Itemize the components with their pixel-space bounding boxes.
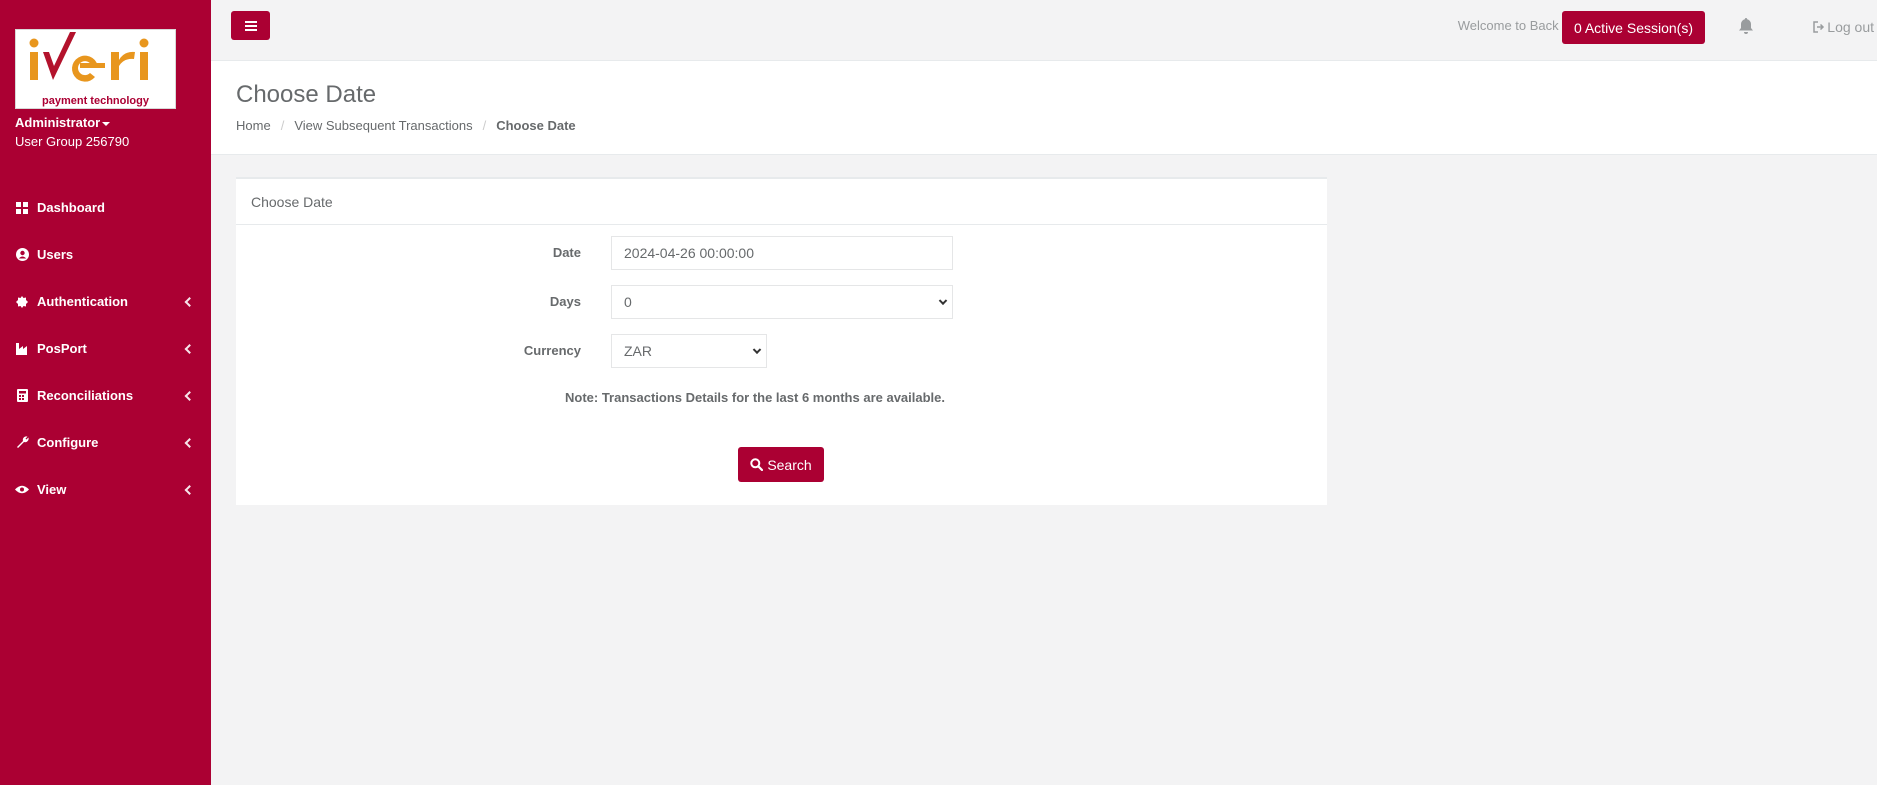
logo-tagline: payment technology	[42, 95, 149, 107]
sidebar-item-label: View	[37, 482, 67, 497]
brand-logo[interactable]: payment technology	[15, 29, 176, 109]
availability-note: Note: Transactions Details for the last …	[565, 390, 946, 405]
sidebar-item-label: Users	[37, 247, 74, 262]
sidebar-item-label: Dashboard	[37, 200, 105, 215]
sidebar: payment technology Administrator User Gr…	[0, 0, 211, 785]
iveri-logo-icon	[29, 32, 149, 82]
sidebar-item-label: Authentication	[37, 294, 128, 309]
days-select[interactable]: 0	[611, 285, 953, 319]
hamburger-icon	[244, 20, 257, 31]
wrench-icon	[15, 436, 29, 450]
bell-icon[interactable]	[1738, 17, 1754, 35]
sidebar-item-dashboard[interactable]: Dashboard	[0, 184, 211, 231]
date-input[interactable]: 2024-04-26 00:00:00	[611, 236, 953, 270]
breadcrumb-separator: /	[482, 118, 487, 133]
currency-label: Currency	[523, 343, 581, 358]
breadcrumb-current: Choose Date	[496, 118, 576, 133]
chevron-left-icon	[184, 484, 195, 495]
active-sessions-button[interactable]: 0 Active Session(s)	[1561, 11, 1705, 44]
currency-select[interactable]: ZAR	[611, 334, 767, 368]
sign-out-icon	[1813, 21, 1825, 33]
breadcrumb-home[interactable]: Home	[236, 118, 271, 133]
currency-selected-value: ZAR	[624, 343, 652, 359]
caret-down-icon	[102, 121, 111, 126]
topbar: Welcome to Back Office 0 Active Session(…	[211, 0, 1877, 61]
breadcrumb: Home / View Subsequent Transactions / Ch…	[236, 118, 576, 133]
days-label: Days	[549, 294, 581, 309]
page-title: Choose Date	[236, 81, 377, 108]
sidebar-nav: Dashboard Users Authentication PosPort R…	[0, 184, 211, 513]
chevron-left-icon	[184, 343, 195, 354]
chevron-down-icon	[938, 296, 948, 306]
profile-dropdown[interactable]: Administrator	[15, 115, 111, 130]
chevron-left-icon	[184, 296, 195, 307]
date-label: Date	[552, 245, 581, 260]
sidebar-item-configure[interactable]: Configure	[0, 419, 211, 466]
sidebar-item-label: Configure	[37, 435, 99, 450]
menu-toggle-button[interactable]	[231, 11, 270, 40]
certificate-icon	[15, 295, 29, 309]
eye-icon	[15, 483, 29, 497]
panel-title: Choose Date	[236, 179, 1327, 225]
dashboard-icon	[15, 201, 29, 215]
search-label: Search	[767, 456, 812, 473]
user-circle-icon	[15, 248, 29, 262]
calculator-icon	[15, 389, 29, 403]
sidebar-item-reconciliations[interactable]: Reconciliations	[0, 372, 211, 419]
sidebar-item-view[interactable]: View	[0, 466, 211, 513]
days-selected-value: 0	[624, 294, 632, 310]
page-heading: Choose Date Home / View Subsequent Trans…	[211, 61, 1877, 155]
chevron-left-icon	[184, 437, 195, 448]
profile-group: User Group 256790	[15, 134, 130, 149]
search-button[interactable]: Search	[738, 447, 824, 482]
sidebar-item-label: Reconciliations	[37, 388, 134, 403]
industry-icon	[15, 342, 29, 356]
breadcrumb-view-subsequent-transactions[interactable]: View Subsequent Transactions	[294, 118, 472, 133]
profile-name: Administrator	[15, 115, 101, 130]
search-icon	[750, 458, 764, 471]
logout-link[interactable]: Log out	[1813, 19, 1874, 35]
sidebar-item-posport[interactable]: PosPort	[0, 325, 211, 372]
sidebar-item-users[interactable]: Users	[0, 231, 211, 278]
sidebar-item-label: PosPort	[37, 341, 87, 356]
logout-label: Log out	[1827, 19, 1874, 35]
chevron-left-icon	[184, 390, 195, 401]
breadcrumb-separator: /	[280, 118, 285, 133]
choose-date-panel: Choose Date Date 2024-04-26 00:00:00 Day…	[236, 177, 1327, 505]
chevron-down-icon	[752, 345, 762, 355]
sidebar-item-authentication[interactable]: Authentication	[0, 278, 211, 325]
